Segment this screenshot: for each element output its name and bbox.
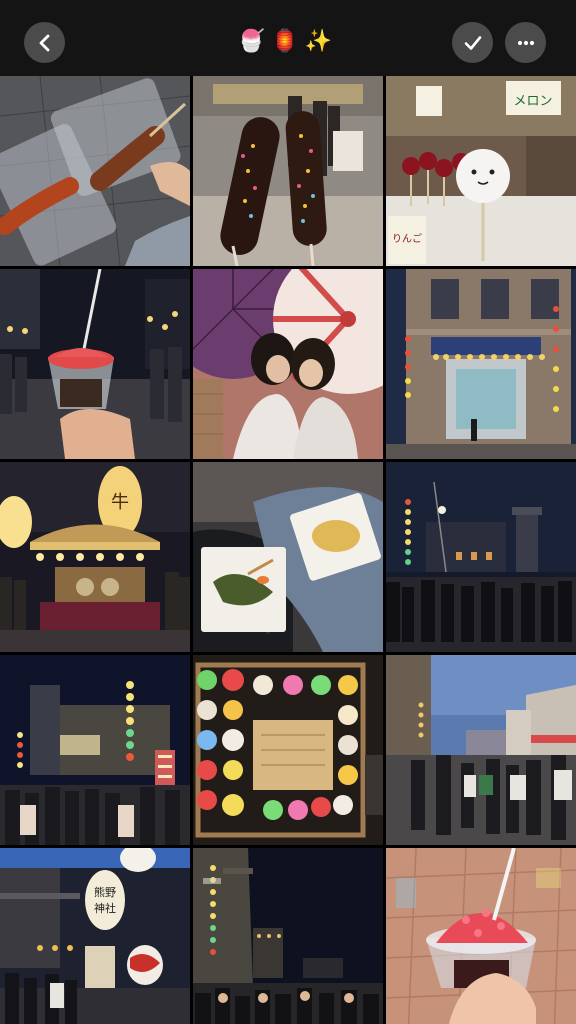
photo-night-tower[interactable] [386, 462, 576, 652]
candy-price-sign: りんご [392, 232, 422, 245]
photo-night-street-crowd[interactable] [193, 848, 383, 1024]
top-bar: 🍧🏮✨ [0, 0, 576, 76]
photo-festival-float[interactable]: 牛 [0, 462, 190, 652]
checkmark-icon [464, 35, 481, 50]
photo-umbrellas-friends[interactable] [193, 269, 383, 459]
shrine-lantern-label: 熊野 [94, 885, 116, 899]
svg-text:牛: 牛 [111, 492, 129, 513]
photo-shaved-ice-street[interactable] [0, 269, 190, 459]
photo-food-plates[interactable] [193, 462, 383, 652]
photo-grilled-skewers[interactable] [0, 76, 190, 266]
photo-dusk-street[interactable] [386, 655, 576, 845]
melon-price-sign: メロン [513, 94, 552, 109]
svg-text:神社: 神社 [94, 901, 116, 915]
photo-grid: メロン りんご 牛 熊野 神社 [0, 76, 576, 1024]
photo-lantern-tower-crowd[interactable] [0, 655, 190, 845]
photo-lantern-board[interactable] [193, 655, 383, 845]
select-button[interactable] [452, 22, 493, 63]
photo-candy-apples[interactable]: メロン りんご [386, 76, 576, 266]
photo-chocolate-bananas[interactable] [193, 76, 383, 266]
more-options-button[interactable] [505, 22, 546, 63]
photo-shrine-lanterns[interactable]: 熊野 神社 [0, 848, 190, 1024]
photo-lantern-building[interactable] [386, 269, 576, 459]
ellipsis-icon [517, 40, 534, 45]
photo-shaved-ice-hand[interactable] [386, 848, 576, 1024]
